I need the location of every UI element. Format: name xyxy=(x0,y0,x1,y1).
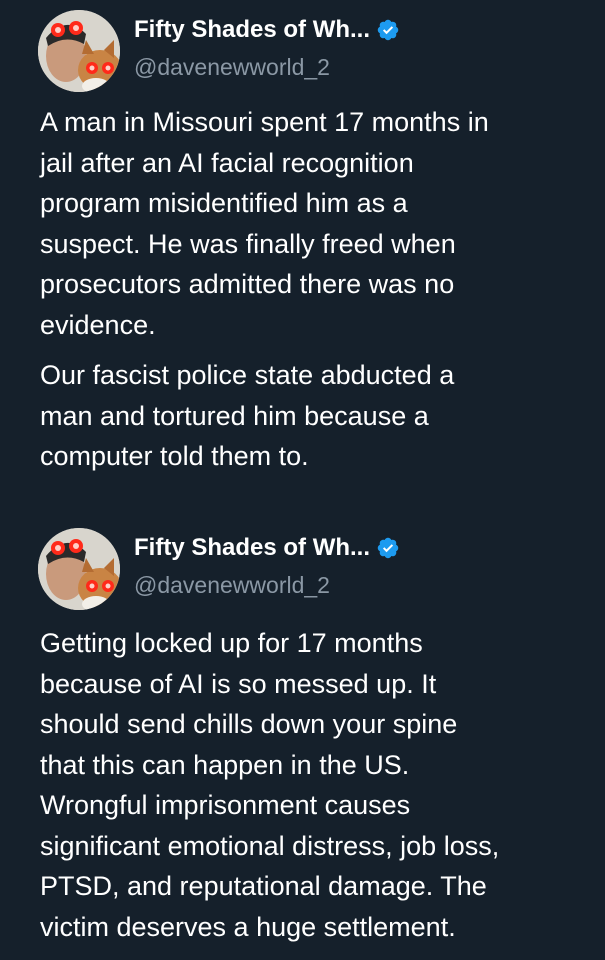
avatar-image xyxy=(38,10,120,92)
text-line: Getting locked up for 17 months xyxy=(40,628,423,658)
text-line: jail after an AI facial recognition xyxy=(40,147,414,178)
tweet-header: Fifty Shades of Wh... @davenewworld_2 xyxy=(0,518,605,618)
name-row: Fifty Shades of Wh... xyxy=(134,16,400,44)
verified-badge-icon xyxy=(377,537,399,559)
text-line: man and tortured him because a xyxy=(40,400,429,431)
tweet-paragraph: Getting locked up for 17 months because … xyxy=(40,623,580,947)
text-line: A man in Missouri spent 17 months in xyxy=(40,107,489,137)
display-name[interactable]: Fifty Shades of Wh... xyxy=(134,534,370,562)
avatar[interactable] xyxy=(38,528,120,610)
avatar-image xyxy=(38,528,120,610)
text-line: program misidentified him as a xyxy=(40,188,408,218)
text-line: suspect. He was finally freed when xyxy=(40,228,456,259)
text-line: computer told them to. xyxy=(40,441,309,471)
verified-badge-icon xyxy=(377,19,399,41)
text-line: significant emotional distress, job loss… xyxy=(40,830,500,861)
name-row: Fifty Shades of Wh... xyxy=(134,534,400,562)
tweet-text: A man in Missouri spent 17 months in jai… xyxy=(40,102,580,477)
tweet-header: Fifty Shades of Wh... @davenewworld_2 xyxy=(0,0,605,100)
tweet[interactable]: Fifty Shades of Wh... @davenewworld_2 A … xyxy=(0,0,605,471)
text-line: should send chills down your spine xyxy=(40,709,458,739)
tweet-paragraph: Our fascist police state abducted a man … xyxy=(40,355,580,477)
display-name[interactable]: Fifty Shades of Wh... xyxy=(134,16,370,44)
text-line: that this can happen in the US. xyxy=(40,749,410,780)
handle[interactable]: @davenewworld_2 xyxy=(134,572,330,599)
tweet-paragraph: A man in Missouri spent 17 months in jai… xyxy=(40,102,580,345)
text-line: victim deserves a huge settlement. xyxy=(40,911,456,942)
text-line: Wrongful imprisonment causes xyxy=(40,790,411,820)
avatar[interactable] xyxy=(38,10,120,92)
text-line: evidence. xyxy=(40,309,156,340)
tweet-text: Getting locked up for 17 months because … xyxy=(40,623,580,947)
handle[interactable]: @davenewworld_2 xyxy=(134,54,330,81)
tweet[interactable]: Fifty Shades of Wh... @davenewworld_2 Ge… xyxy=(0,518,605,942)
text-line: because of AI is so messed up. It xyxy=(40,668,437,699)
text-line: Our fascist police state abducted a xyxy=(40,360,455,390)
text-line: prosecutors admitted there was no xyxy=(40,269,455,299)
text-line: PTSD, and reputational damage. The xyxy=(40,871,487,901)
